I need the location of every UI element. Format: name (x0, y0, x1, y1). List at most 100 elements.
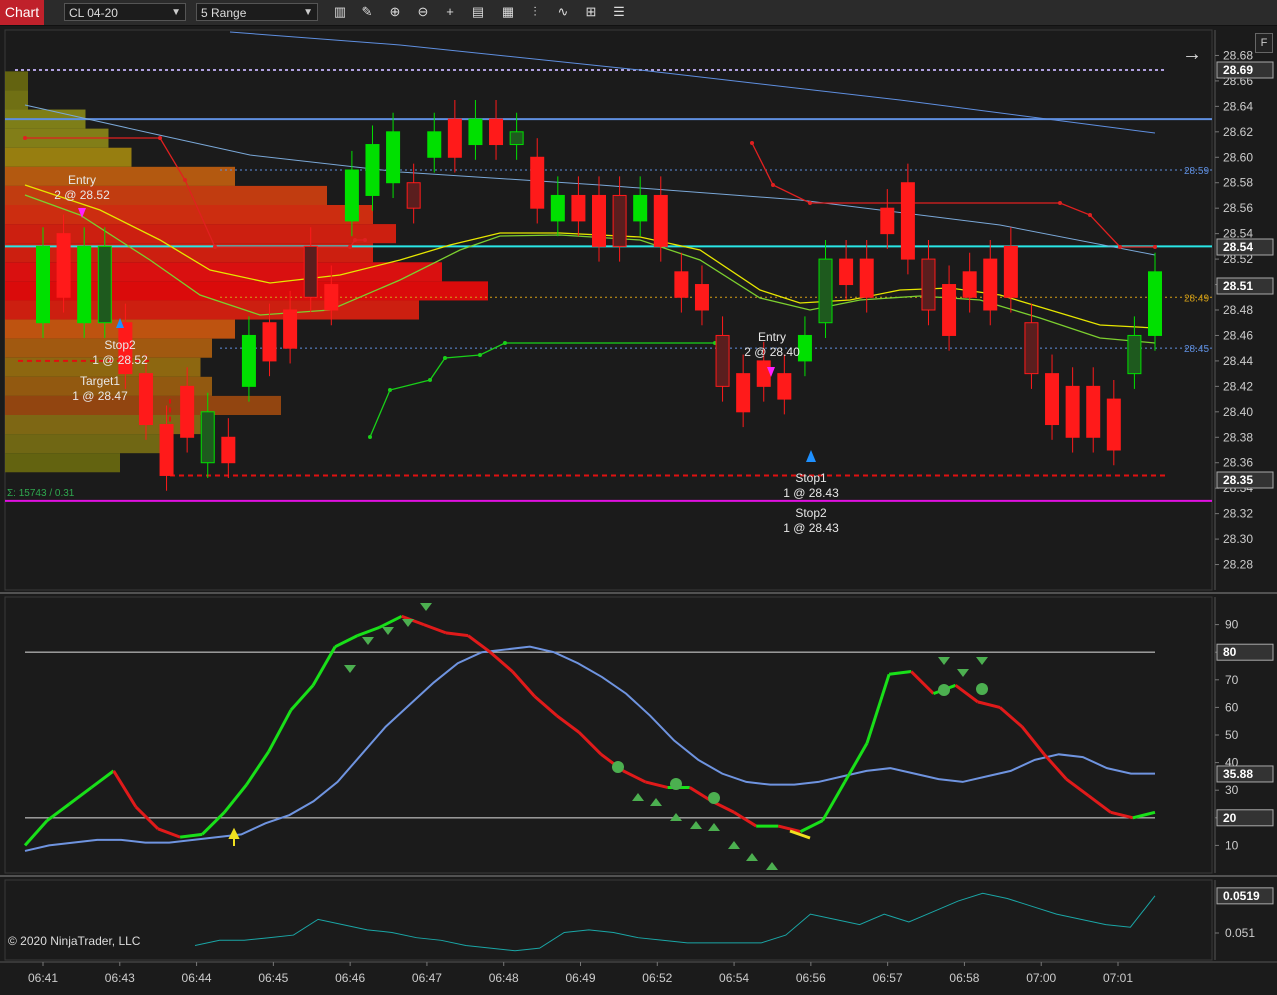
candle-down (406, 182, 421, 209)
candle-down (262, 322, 277, 362)
stoch-tick-label: 60 (1225, 700, 1239, 714)
candle-down (777, 373, 792, 400)
price-tick-label: 28.56 (1223, 201, 1253, 215)
time-tick-label: 07:01 (1103, 971, 1133, 985)
trail-stop-dot (443, 356, 447, 360)
time-tick-label: 06:49 (565, 971, 595, 985)
candle-down (653, 194, 668, 247)
trade-annotation-label: Target1 (80, 374, 120, 388)
trail-stop-dot (1153, 245, 1157, 249)
price-tick-label: 28.64 (1223, 99, 1253, 113)
candle-up (241, 334, 256, 387)
candle-up (200, 411, 215, 464)
candle-up (365, 144, 380, 196)
time-tick-label: 06:43 (105, 971, 135, 985)
sub-tick-label: 0.051 (1225, 926, 1255, 940)
candle-down (221, 436, 236, 464)
candle-down (756, 360, 771, 387)
candle-down (880, 207, 895, 235)
stoch-badge-label: 80 (1223, 645, 1237, 659)
candle-down (983, 258, 998, 311)
candle-down (56, 233, 71, 298)
candle-up (97, 245, 112, 324)
candle-down (859, 258, 874, 298)
chart-canvas[interactable]: 28.2828.3028.3228.3428.3628.3828.4028.42… (0, 0, 1277, 995)
price-badge-label: 28.35 (1223, 473, 1253, 487)
time-tick-label: 06:52 (642, 971, 672, 985)
inline-level-label: 28.59 (1184, 166, 1209, 177)
candle-down (489, 118, 504, 146)
trail-stop-dot (478, 353, 482, 357)
time-tick-label: 06:56 (796, 971, 826, 985)
inline-level-label: 28.49 (1184, 293, 1209, 304)
trade-annotation-label: 1 @ 28.43 (783, 486, 839, 500)
price-tick-label: 28.42 (1223, 379, 1253, 393)
candle-up (633, 194, 648, 222)
candle-down (324, 284, 339, 311)
price-tick-label: 28.36 (1223, 456, 1253, 470)
scroll-right-arrow-icon: → (1182, 43, 1202, 65)
candle-down (1086, 385, 1101, 438)
price-tick-label: 28.62 (1223, 125, 1253, 139)
stoch-tick-label: 90 (1225, 618, 1239, 632)
stoch-tick-label: 70 (1225, 673, 1239, 687)
time-tick-label: 07:00 (1026, 971, 1056, 985)
stoch-badge-label: 20 (1223, 811, 1237, 825)
price-tick-label: 28.48 (1223, 303, 1253, 317)
time-tick-label: 06:48 (489, 971, 519, 985)
candle-down (674, 271, 689, 298)
candle-up (427, 131, 442, 158)
signal-dot-icon (670, 778, 682, 790)
trade-annotation-label: 1 @ 28.43 (783, 521, 839, 535)
trail-stop-dot (353, 238, 357, 242)
time-tick-label: 06:44 (182, 971, 212, 985)
price-badge-label: 28.54 (1223, 240, 1253, 254)
trade-annotation-label: Stop2 (795, 506, 827, 520)
candle-down (921, 258, 936, 311)
price-badge-label: 28.51 (1223, 279, 1253, 293)
candle-down (1024, 322, 1039, 375)
candle-down (1045, 373, 1060, 426)
signal-dot-icon (612, 761, 624, 773)
price-tick-label: 28.30 (1223, 532, 1253, 546)
candle-down (530, 156, 545, 209)
volume-profile-bar (5, 300, 419, 320)
time-tick-label: 06:54 (719, 971, 749, 985)
price-tick-label: 28.58 (1223, 176, 1253, 190)
time-tick-label: 06:46 (335, 971, 365, 985)
trail-stop-dot (428, 378, 432, 382)
candle-down (159, 424, 174, 476)
time-tick-label: 06:58 (949, 971, 979, 985)
price-tick-label: 28.44 (1223, 354, 1253, 368)
candle-down (839, 258, 854, 286)
signal-dot-icon (938, 684, 950, 696)
trail-stop-dot (750, 141, 754, 145)
trail-stop-dot (213, 245, 217, 249)
time-tick-label: 06:45 (258, 971, 288, 985)
sub-badge-label: 0.0519 (1223, 889, 1260, 903)
price-tick-label: 28.60 (1223, 150, 1253, 164)
trail-stop-dot (1118, 245, 1122, 249)
stoch-tick-label: 10 (1225, 838, 1239, 852)
candle-up (1148, 271, 1162, 336)
price-tick-label: 28.28 (1223, 558, 1253, 572)
panel-f-button[interactable]: F (1255, 33, 1273, 53)
price-tick-label: 28.32 (1223, 507, 1253, 521)
candle-down (612, 194, 627, 247)
volume-profile-bar (5, 453, 120, 473)
volume-profile-total: Σ: 15743 / 0.31 (7, 488, 75, 499)
trail-stop-dot (388, 388, 392, 392)
candle-down (303, 245, 318, 298)
trail-stop-dot (158, 136, 162, 140)
trail-stop-dot (1088, 213, 1092, 217)
candle-up (797, 334, 812, 362)
candle-down (1106, 398, 1121, 451)
trail-stop-dot (23, 136, 27, 140)
candle-down (138, 373, 153, 426)
volume-profile-bar (5, 166, 235, 186)
candle-up (386, 131, 401, 184)
trail-stop-dot (1058, 201, 1062, 205)
price-tick-label: 28.46 (1223, 328, 1253, 342)
candle-down (736, 373, 751, 413)
candle-up (1127, 334, 1142, 375)
